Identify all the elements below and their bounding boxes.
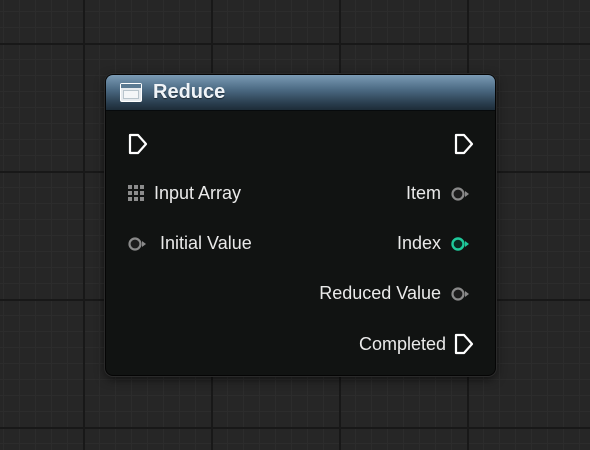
- node-title: Reduce: [153, 81, 226, 103]
- reduced-value-label: Reduced Value: [319, 283, 441, 303]
- exec-input-pin-icon[interactable]: [128, 133, 148, 155]
- array-grid-icon[interactable]: [128, 185, 146, 203]
- function-icon: [120, 83, 142, 102]
- initial-value-label: Initial Value: [160, 233, 252, 253]
- item-pin-icon[interactable]: [450, 186, 472, 202]
- reduce-node[interactable]: Reduce Input Array Initial Value Item In…: [105, 74, 496, 376]
- index-pin-icon[interactable]: [450, 236, 472, 252]
- initial-value-pin-icon[interactable]: [127, 236, 149, 252]
- input-array-label: Input Array: [154, 183, 242, 203]
- reduced-value-pin-icon[interactable]: [450, 286, 472, 302]
- node-header[interactable]: Reduce: [106, 75, 495, 111]
- index-label: Index: [396, 233, 441, 253]
- item-label: Item: [405, 183, 441, 203]
- completed-label: Completed: [358, 334, 446, 354]
- blueprint-graph-canvas[interactable]: { "node": { "title": "Reduce", "inputs":…: [0, 0, 590, 450]
- exec-output-pin-icon[interactable]: [454, 133, 474, 155]
- completed-exec-pin-icon[interactable]: [454, 333, 474, 355]
